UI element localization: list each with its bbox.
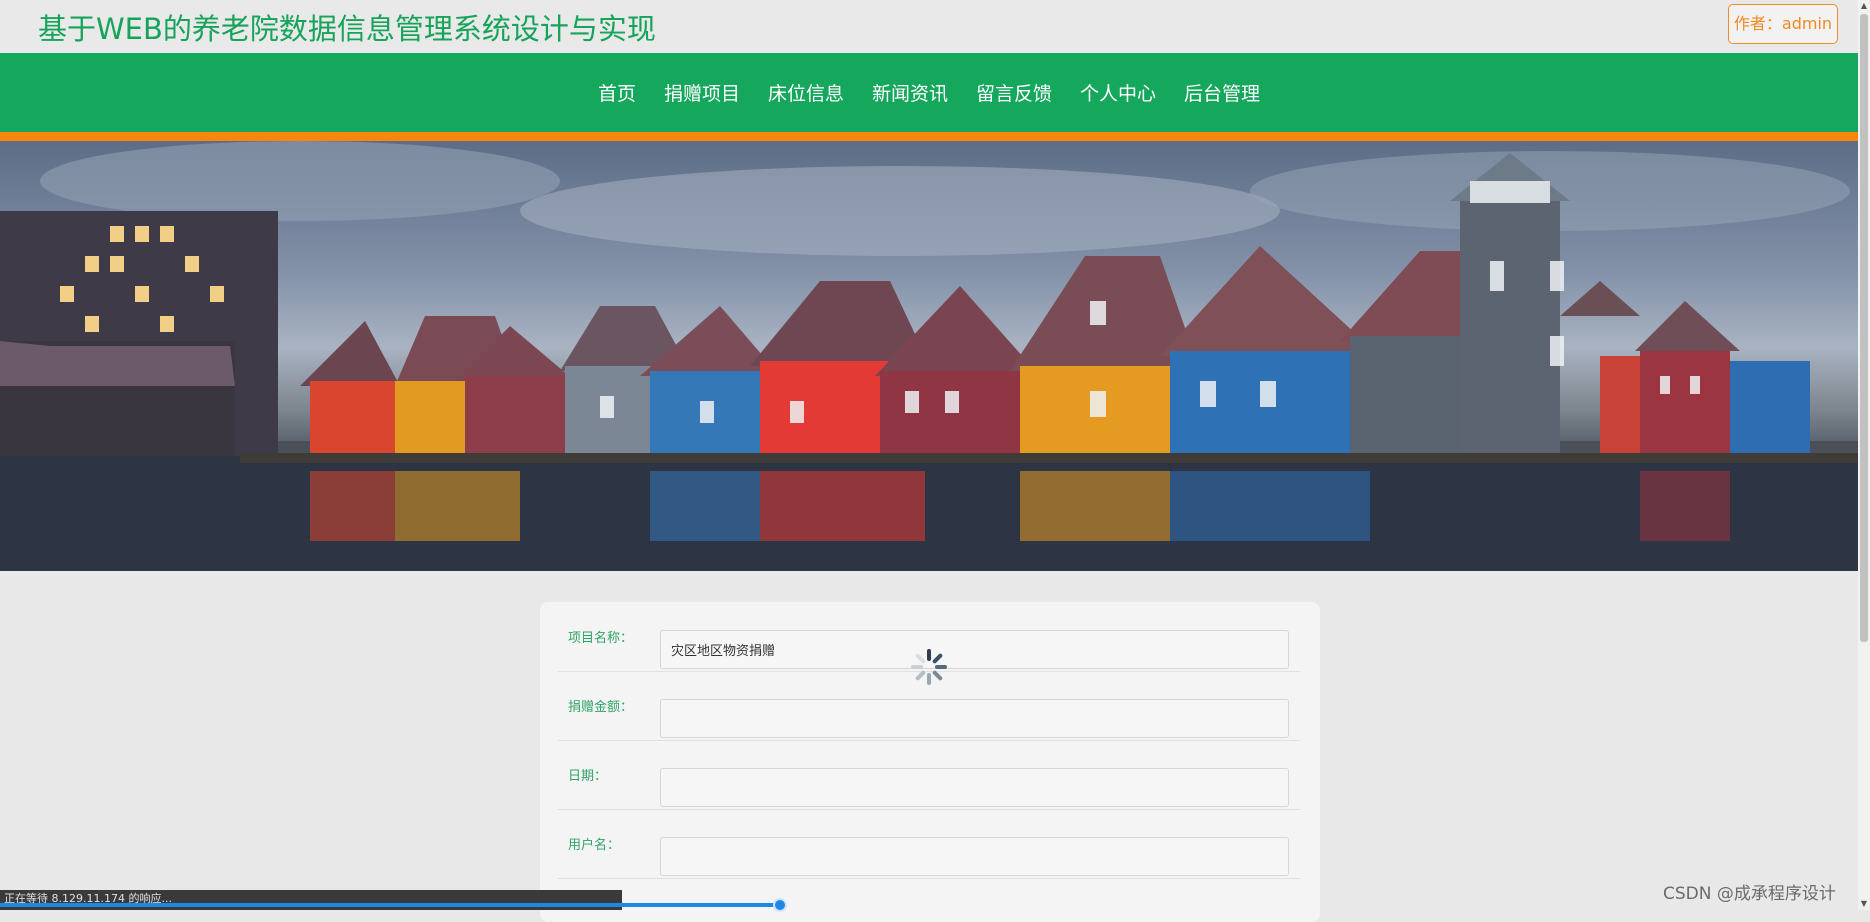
progress-fill (0, 903, 780, 907)
nav-item-bed-info[interactable]: 床位信息 (754, 79, 858, 106)
loading-progress-bar (0, 898, 1858, 912)
main-nav: 首页 捐赠项目 床位信息 新闻资讯 留言反馈 个人中心 后台管理 (0, 53, 1858, 141)
form-row-date: 日期： (558, 740, 1300, 810)
nav-item-home[interactable]: 首页 (584, 79, 650, 106)
nav-item-donation-projects[interactable]: 捐赠项目 (650, 79, 754, 106)
nav-item-feedback[interactable]: 留言反馈 (962, 79, 1066, 106)
banner-image (0, 141, 1858, 571)
form-row-username: 用户名： (558, 809, 1300, 879)
donation-amount-input[interactable] (660, 699, 1289, 738)
site-title: 基于WEB的养老院数据信息管理系统设计与实现 (38, 12, 656, 46)
username-label: 用户名： (568, 838, 621, 853)
nav-item-admin[interactable]: 后台管理 (1170, 79, 1274, 106)
project-name-input[interactable] (660, 630, 1289, 669)
loading-spinner-icon (911, 649, 947, 685)
donation-amount-label: 捐赠金额： (568, 700, 634, 715)
username-input[interactable] (660, 837, 1289, 876)
nav-items: 首页 捐赠项目 床位信息 新闻资讯 留言反馈 个人中心 后台管理 (0, 53, 1858, 132)
vertical-scrollbar[interactable]: ▲ ▼ (1858, 0, 1870, 910)
author-button[interactable]: 作者：admin (1728, 4, 1838, 44)
watermark: CSDN @成承程序设计 (1663, 884, 1836, 904)
scroll-thumb[interactable] (1860, 14, 1868, 642)
scroll-up-icon[interactable]: ▲ (1858, 0, 1870, 12)
date-input[interactable] (660, 768, 1289, 807)
top-header: 基于WEB的养老院数据信息管理系统设计与实现 作者：admin (0, 0, 1858, 53)
browser-status-bar: 正在等待 8.129.11.174 的响应... (0, 890, 622, 910)
date-label: 日期： (568, 769, 608, 784)
nav-item-news[interactable]: 新闻资讯 (858, 79, 962, 106)
project-name-label: 项目名称： (568, 631, 634, 646)
nav-item-personal-center[interactable]: 个人中心 (1066, 79, 1170, 106)
scroll-down-icon[interactable]: ▼ (1858, 898, 1870, 910)
banner-carousel[interactable] (0, 141, 1858, 571)
